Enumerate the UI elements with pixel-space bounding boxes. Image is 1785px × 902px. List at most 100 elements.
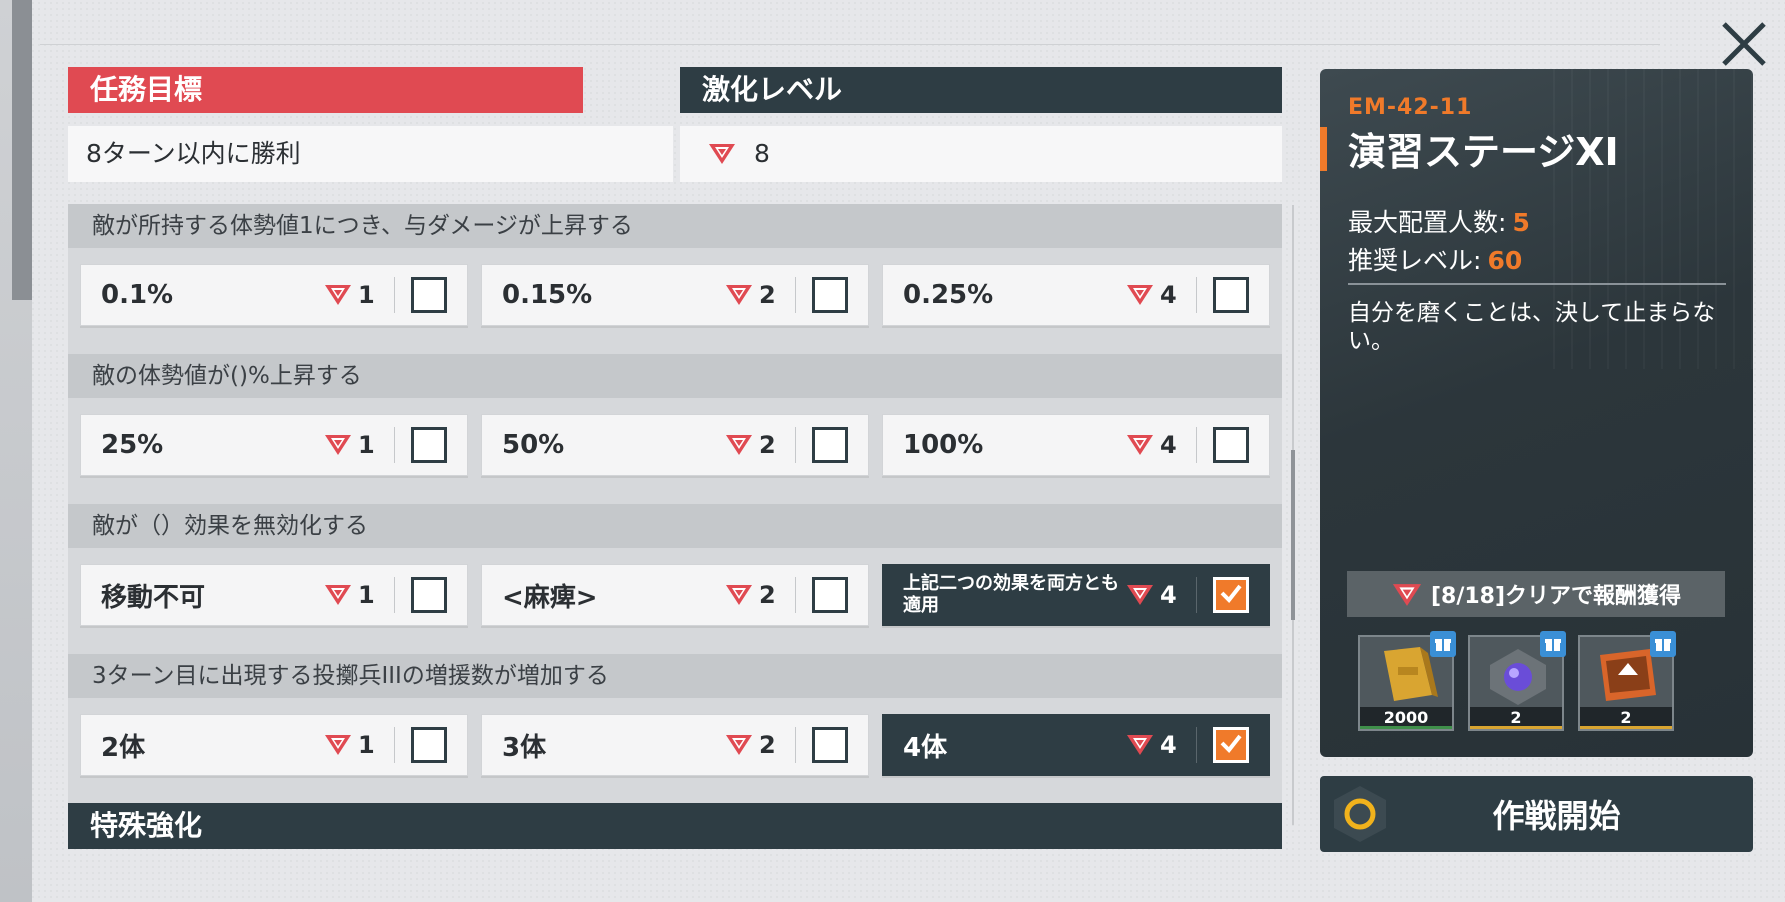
- stage-info-panel: EM-42-11 演習ステージXI 最大配置人数: 5 推奨レベル: 60 自分を磨…: [1320, 69, 1753, 757]
- reward-item-chip[interactable]: 2: [1578, 631, 1676, 731]
- intensity-value: 8: [754, 139, 770, 168]
- option-cost-value: 1: [358, 431, 375, 459]
- option-cost: 1: [324, 431, 394, 459]
- option-card[interactable]: 上記二つの効果を両方とも適用 4: [882, 564, 1270, 626]
- option-card[interactable]: 0.15% 2: [481, 264, 869, 326]
- option-checkbox[interactable]: [411, 577, 447, 613]
- close-button[interactable]: [1716, 16, 1772, 72]
- scrollbar-thumb[interactable]: [1291, 450, 1295, 620]
- reward-item-crystal[interactable]: 2: [1468, 631, 1566, 731]
- recommended-level-stat: 推奨レベル: 60: [1348, 241, 1522, 277]
- modifier-section-0: 敵が所持する体勢値1につき、与ダメージが上昇する 0.1% 1 0.15% 2 0.…: [68, 204, 1282, 356]
- option-cost-value: 2: [759, 581, 776, 609]
- option-label: 0.15%: [502, 280, 593, 310]
- option-checkbox[interactable]: [411, 727, 447, 763]
- intensity-triangle-icon: [1126, 433, 1154, 457]
- intensity-value-box: 8: [680, 126, 1282, 182]
- option-label: 4体: [903, 732, 948, 763]
- option-cost-value: 2: [759, 431, 776, 459]
- intensity-triangle-icon: [324, 583, 352, 607]
- option-checkbox[interactable]: [812, 427, 848, 463]
- option-card[interactable]: 移動不可 1: [80, 564, 468, 626]
- option-separator: [795, 277, 796, 313]
- option-row: 2体 1 3体 2 4体 4: [68, 698, 1282, 806]
- option-checkbox[interactable]: [1213, 577, 1249, 613]
- option-cost: 4: [1126, 731, 1196, 759]
- option-checkbox[interactable]: [812, 577, 848, 613]
- option-label: 上記二つの効果を両方とも適用: [903, 573, 1119, 616]
- option-label: 3体: [502, 732, 547, 763]
- option-checkbox[interactable]: [411, 277, 447, 313]
- option-cost: 2: [725, 431, 795, 459]
- option-checkbox[interactable]: [812, 277, 848, 313]
- option-cost: 4: [1126, 281, 1196, 309]
- stage-divider: [1348, 283, 1726, 285]
- modifier-section-2: 敵が（）効果を無効化する 移動不可 1 <麻痺> 2 上記二つの効果を両方とも適用 4: [68, 504, 1282, 656]
- modifier-section-title: 3ターン目に出現する投擲兵IIIの増援数が増加する: [68, 654, 1282, 698]
- option-card[interactable]: 2体 1: [80, 714, 468, 776]
- option-card[interactable]: 4体 4: [882, 714, 1270, 776]
- intensity-triangle-icon: [725, 433, 753, 457]
- option-row: 移動不可 1 <麻痺> 2 上記二つの効果を両方とも適用 4: [68, 548, 1282, 656]
- option-separator: [394, 727, 395, 763]
- option-label: <麻痺>: [502, 582, 598, 613]
- reward-items: 2000 2 2: [1358, 631, 1676, 731]
- option-separator: [795, 577, 796, 613]
- option-card[interactable]: 0.25% 4: [882, 264, 1270, 326]
- option-card[interactable]: 3体 2: [481, 714, 869, 776]
- option-cost: 4: [1126, 431, 1196, 459]
- gift-badge-icon: [1650, 631, 1676, 657]
- option-checkbox[interactable]: [1213, 277, 1249, 313]
- option-cost: 1: [324, 581, 394, 609]
- option-cost-value: 4: [1160, 281, 1177, 309]
- option-cost-value: 4: [1160, 581, 1177, 609]
- objective-header: 任務目標: [68, 67, 583, 113]
- objective-value: 8ターン以内に勝利: [68, 126, 673, 182]
- max-deploy-stat: 最大配置人数: 5: [1348, 203, 1530, 239]
- modifier-section-title: 敵が（）効果を無効化する: [68, 504, 1282, 548]
- option-cost: 2: [725, 731, 795, 759]
- reward-item-gold[interactable]: 2000: [1358, 631, 1456, 731]
- intensity-triangle-icon: [725, 283, 753, 307]
- option-card[interactable]: 25% 1: [80, 414, 468, 476]
- start-operation-button[interactable]: 作戦開始: [1320, 776, 1753, 852]
- option-cost: 2: [725, 281, 795, 309]
- option-card[interactable]: 50% 2: [481, 414, 869, 476]
- reward-condition-bar: [8/18]クリアで報酬獲得: [1347, 571, 1725, 617]
- option-separator: [1196, 727, 1197, 763]
- option-separator: [394, 277, 395, 313]
- option-separator: [394, 427, 395, 463]
- window-frame: 任務目標 激化レベル 8ターン以内に勝利 8 敵が所持する体勢値1につき、与ダメ…: [0, 0, 1785, 902]
- option-checkbox[interactable]: [1213, 727, 1249, 763]
- option-card[interactable]: <麻痺> 2: [481, 564, 869, 626]
- intensity-triangle-icon: [324, 733, 352, 757]
- modifier-section-1: 敵の体勢値が()%上昇する 25% 1 50% 2 100% 4: [68, 354, 1282, 506]
- rarity-stripe: [1580, 726, 1672, 729]
- option-label: 100%: [903, 430, 984, 460]
- stage-id: EM-42-11: [1348, 95, 1473, 120]
- recommended-level-value: 60: [1487, 246, 1523, 275]
- option-row: 25% 1 50% 2 100% 4: [68, 398, 1282, 506]
- checkmark-icon: [1217, 729, 1245, 761]
- modifier-section-title: 敵の体勢値が()%上昇する: [68, 354, 1282, 398]
- checkmark-icon: [1217, 579, 1245, 611]
- header-rule: [40, 44, 1660, 45]
- start-hex-icon: [1320, 776, 1400, 852]
- stage-accent-bar: [1320, 127, 1327, 171]
- close-icon: [1722, 22, 1766, 66]
- gift-badge-icon: [1430, 631, 1456, 657]
- option-label: 50%: [502, 430, 565, 460]
- reward-triangle-icon: [1391, 582, 1422, 606]
- option-cost-value: 2: [759, 281, 776, 309]
- option-separator: [1196, 277, 1197, 313]
- option-cost-value: 1: [358, 731, 375, 759]
- option-card[interactable]: 0.1% 1: [80, 264, 468, 326]
- option-checkbox[interactable]: [1213, 427, 1249, 463]
- option-checkbox[interactable]: [812, 727, 848, 763]
- option-cost: 1: [324, 281, 394, 309]
- intensity-triangle-icon: [324, 283, 352, 307]
- option-checkbox[interactable]: [411, 427, 447, 463]
- intensity-triangle-icon: [725, 733, 753, 757]
- option-card[interactable]: 100% 4: [882, 414, 1270, 476]
- option-cost: 4: [1126, 581, 1196, 609]
